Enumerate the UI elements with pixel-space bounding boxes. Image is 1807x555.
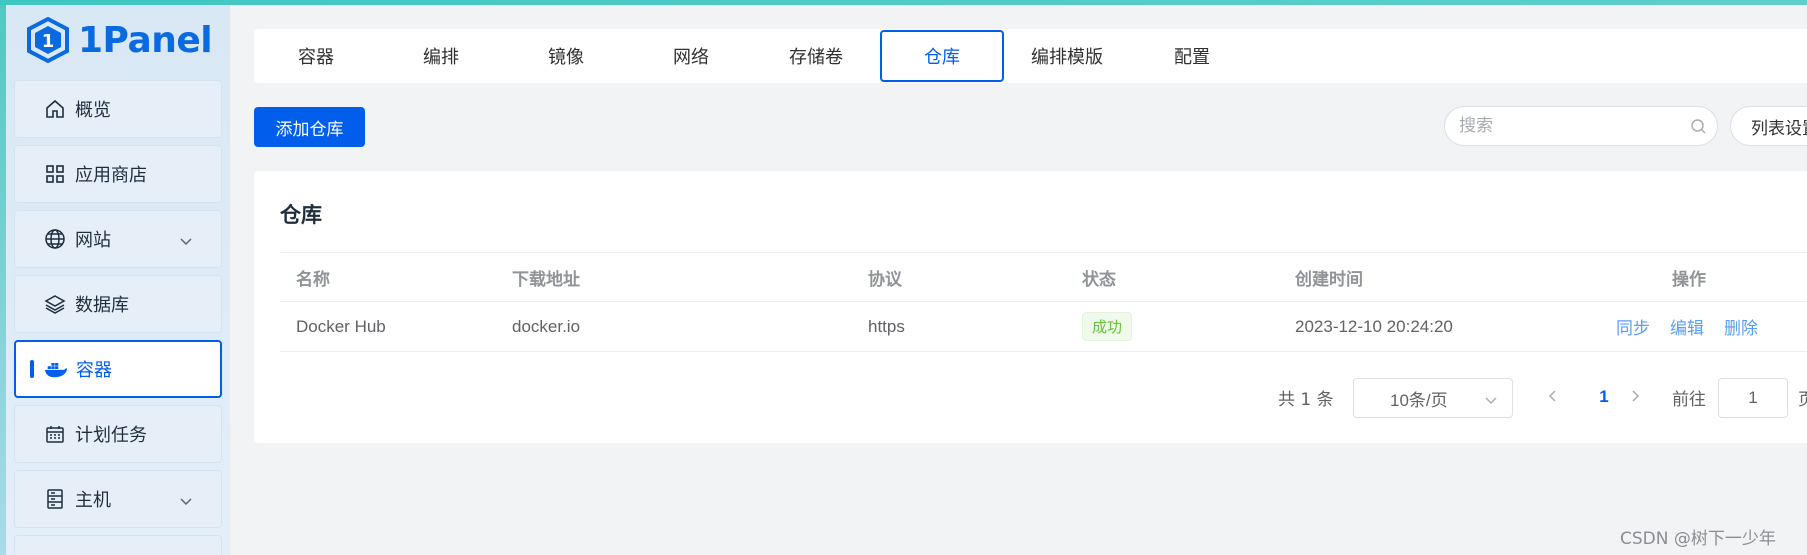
- app-logo[interactable]: 1 1Panel: [26, 15, 213, 65]
- calendar-icon: [43, 422, 67, 446]
- sidebar-item-label: 概览: [75, 100, 111, 121]
- sidebar-item-label: 数据库: [75, 295, 129, 316]
- page-suffix: 页: [1798, 389, 1807, 410]
- server-icon: [43, 487, 67, 511]
- tab-images[interactable]: 镜像: [504, 30, 628, 82]
- chevron-down-icon: [179, 492, 193, 513]
- svg-text:1: 1: [42, 31, 55, 52]
- sidebar-item-container[interactable]: 容器: [14, 340, 222, 398]
- cell-created: 2023-12-10 20:24:20: [1295, 316, 1453, 336]
- app-name: 1Panel: [78, 19, 213, 61]
- container-tabs: 容器 编排 镜像 网络 存储卷 仓库 编排模版 配置: [254, 29, 1807, 83]
- tab-compose[interactable]: 编排: [379, 30, 503, 82]
- sidebar-item-label: 容器: [76, 360, 112, 381]
- tab-volumes[interactable]: 存储卷: [754, 30, 878, 82]
- grid-icon: [43, 162, 67, 186]
- sidebar-item-label: 计划任务: [75, 425, 147, 446]
- chevron-down-icon: [1484, 392, 1498, 412]
- sync-button[interactable]: 同步: [1616, 314, 1650, 339]
- delete-button[interactable]: 删除: [1724, 314, 1758, 339]
- page-number-current[interactable]: 1: [1584, 377, 1624, 417]
- table-row: Docker Hub docker.io https 成功 2023-12-10…: [280, 302, 1807, 352]
- column-header-url[interactable]: 下载地址: [512, 253, 580, 301]
- next-page-icon[interactable]: [1628, 389, 1642, 403]
- column-settings-button[interactable]: 列表设置: [1730, 106, 1807, 146]
- search-box: [1444, 106, 1718, 146]
- sidebar-item-database[interactable]: 数据库: [14, 275, 222, 333]
- add-repository-button[interactable]: 添加仓库: [254, 107, 365, 147]
- search-icon[interactable]: [1690, 118, 1707, 139]
- pagination-total: 共 1 条: [1278, 389, 1334, 410]
- cell-name: Docker Hub: [296, 316, 386, 336]
- card-title: 仓库: [280, 203, 322, 227]
- tab-repositories[interactable]: 仓库: [880, 30, 1004, 82]
- search-input[interactable]: [1459, 116, 1679, 136]
- status-badge: 成功: [1082, 312, 1133, 341]
- sidebar-item-host[interactable]: 主机: [14, 470, 222, 528]
- cell-status: 成功: [1082, 302, 1133, 351]
- cell-url: docker.io: [512, 316, 581, 336]
- globe-icon: [43, 227, 67, 251]
- sidebar-item-website[interactable]: 网站: [14, 210, 222, 268]
- sidebar-item-more[interactable]: [14, 535, 222, 555]
- column-header-protocol[interactable]: 协议: [868, 253, 902, 301]
- sidebar-item-label: 应用商店: [75, 165, 147, 186]
- column-header-actions: 操作: [1672, 269, 1706, 290]
- column-header-name[interactable]: 名称: [296, 253, 330, 301]
- goto-label: 前往: [1672, 389, 1706, 410]
- sidebar-item-label: 网站: [75, 230, 111, 251]
- page-size-select[interactable]: 10条/页: [1353, 378, 1513, 418]
- cell-actions: 同步 编辑 删除: [1616, 302, 1778, 351]
- tab-compose-templates[interactable]: 编排模版: [1005, 30, 1129, 82]
- top-accent-bar: [0, 0, 1807, 5]
- chevron-down-icon: [179, 232, 193, 253]
- tab-settings[interactable]: 配置: [1130, 30, 1254, 82]
- active-indicator: [30, 360, 34, 378]
- table-header: 名称 下载地址 协议 状态 创建时间 操作: [280, 252, 1807, 302]
- column-header-created[interactable]: 创建时间: [1295, 253, 1363, 301]
- repository-table: 名称 下载地址 协议 状态 创建时间 操作 Docker Hub docker.…: [280, 252, 1807, 352]
- sidebar-item-app-store[interactable]: 应用商店: [14, 145, 222, 203]
- watermark: CSDN @树下一少年: [1620, 529, 1776, 549]
- prev-page-icon[interactable]: [1546, 389, 1560, 403]
- logo-icon: 1: [27, 17, 69, 63]
- column-header-status[interactable]: 状态: [1082, 253, 1116, 301]
- sidebar-item-label: 主机: [75, 490, 111, 511]
- sidebar-item-overview[interactable]: 概览: [14, 80, 222, 138]
- layers-icon: [43, 292, 67, 316]
- docker-icon: [44, 357, 68, 381]
- goto-page-input[interactable]: 1: [1718, 378, 1788, 418]
- cell-protocol: https: [868, 316, 905, 336]
- tab-containers[interactable]: 容器: [254, 30, 378, 82]
- sidebar: 1 1Panel 概览 应用商店 网站 数据库 容器 计划任务 主机: [0, 5, 230, 555]
- sidebar-item-cron[interactable]: 计划任务: [14, 405, 222, 463]
- edit-button[interactable]: 编辑: [1670, 314, 1704, 339]
- page-size-value: 10条/页: [1390, 390, 1448, 410]
- tab-networks[interactable]: 网络: [629, 30, 753, 82]
- repository-card: 仓库 名称 下载地址 协议 状态 创建时间 操作 Docker Hub dock…: [254, 171, 1807, 443]
- home-icon: [43, 97, 67, 121]
